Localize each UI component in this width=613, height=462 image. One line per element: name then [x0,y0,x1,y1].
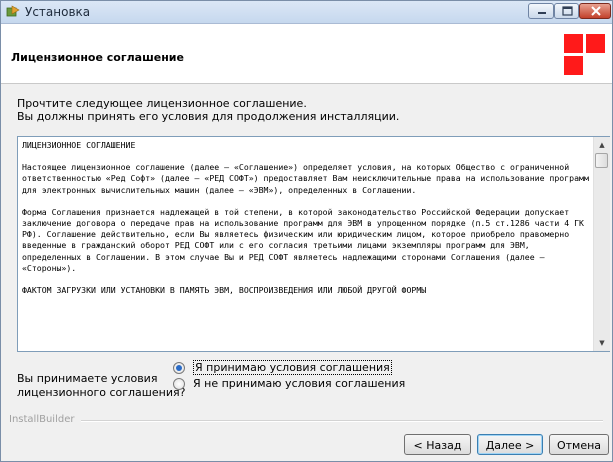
instructions-text: Прочтите следующее лицензионное соглашен… [17,97,399,123]
back-button[interactable]: < Назад [404,434,471,455]
instruction-line-1: Прочтите следующее лицензионное соглашен… [17,97,307,110]
title-bar[interactable]: Установка [1,1,612,24]
footer-separator [81,420,603,422]
cancel-button[interactable]: Отмена [549,434,609,455]
installer-window: Установка Лицензионное соглашение Прочти… [0,0,613,462]
next-button[interactable]: Далее > [477,434,543,455]
installer-app-icon [6,5,20,18]
accept-question-line-1: Вы принимаете условия [17,372,158,385]
license-paragraph: Настоящее лицензионное соглашение (далее… [22,162,589,195]
license-heading: ЛИЦЕНЗИОННОЕ СОГЛАШЕНИЕ [22,140,136,150]
scroll-up-arrow-icon[interactable]: ▲ [594,137,610,153]
decline-radio-button[interactable] [173,378,185,390]
license-text-area[interactable]: ЛИЦЕНЗИОННОЕ СОГЛАШЕНИЕ Настоящее лиценз… [17,136,610,352]
accept-radio-label[interactable]: Я принимаю условия соглашения [193,360,392,375]
license-paragraph: ФАКТОМ ЗАГРУЗКИ ИЛИ УСТАНОВКИ В ПАМЯТЬ Э… [22,285,427,296]
page-header: Лицензионное соглашение [1,24,612,84]
accept-question: Вы принимаете условия лицензионного согл… [17,372,185,400]
close-button[interactable] [579,3,611,19]
window-title: Установка [25,5,91,19]
accept-radio-button[interactable] [173,362,185,374]
instruction-line-2: Вы должны принять его условия для продол… [17,110,400,123]
installbuilder-brand: InstallBuilder [9,414,75,425]
license-content: ЛИЦЕНЗИОННОЕ СОГЛАШЕНИЕ Настоящее лиценз… [18,137,593,351]
decline-radio-label[interactable]: Я не принимаю условия соглашения [193,377,405,390]
license-scrollbar[interactable]: ▲ ▼ [593,137,610,351]
scroll-down-arrow-icon[interactable]: ▼ [594,335,610,351]
minimize-button[interactable] [528,3,554,19]
accept-question-line-2: лицензионного соглашения? [17,386,186,399]
page-title: Лицензионное соглашение [11,51,184,64]
maximize-button[interactable] [554,3,579,19]
scroll-thumb[interactable] [595,153,608,168]
license-paragraph: Форма Соглашения признается надлежащей в… [22,206,584,273]
red-soft-logo-icon [564,34,605,75]
